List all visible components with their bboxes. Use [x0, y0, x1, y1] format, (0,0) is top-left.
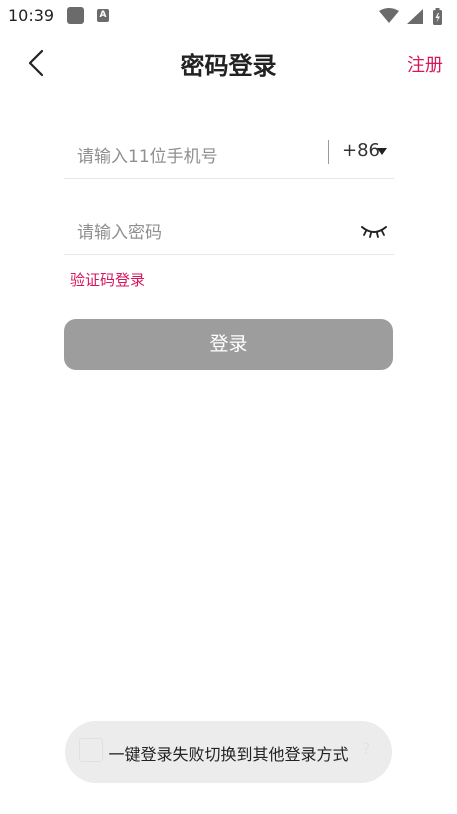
wifi-icon	[379, 8, 399, 23]
country-code-select[interactable]: +86	[342, 140, 380, 161]
signal-icon	[407, 9, 423, 24]
toast-message: 一键登录失败切换到其他登录方式	[108, 745, 349, 764]
status-icons	[379, 8, 442, 25]
sms-code-login-link[interactable]: 验证码登录	[70, 269, 145, 290]
notification-a-icon: A	[97, 9, 109, 22]
eye-closed-icon[interactable]	[360, 222, 388, 238]
chevron-down-icon[interactable]	[377, 148, 387, 155]
toast: 一键登录失败切换到其他登录方式 ?	[65, 721, 392, 783]
app-header: 密码登录 注册	[0, 32, 457, 92]
notification-square-icon	[67, 7, 84, 24]
battery-icon	[433, 8, 442, 25]
password-field-row: 请输入密码	[64, 202, 394, 255]
phone-field-row: 请输入11位手机号 +86	[64, 126, 394, 179]
page-title: 密码登录	[180, 52, 277, 80]
status-time: 10:39	[8, 6, 55, 25]
phone-input[interactable]: 请输入11位手机号	[77, 142, 218, 167]
help-icon: ?	[362, 739, 371, 758]
password-input[interactable]: 请输入密码	[77, 218, 162, 243]
register-link[interactable]: 注册	[407, 51, 443, 77]
divider	[328, 140, 329, 164]
login-button[interactable]: 登录	[64, 319, 393, 370]
status-bar: 10:39 A	[0, 0, 457, 32]
